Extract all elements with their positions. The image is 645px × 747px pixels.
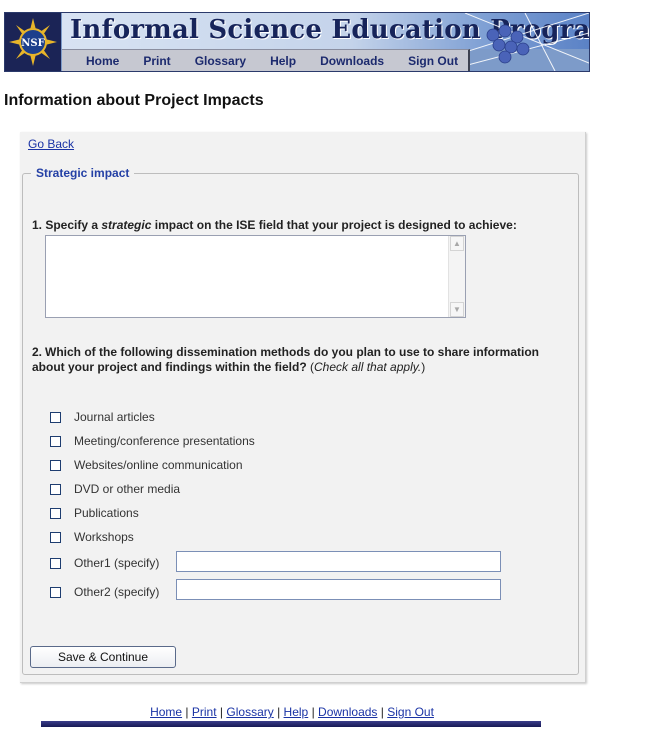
nav-home-link[interactable]: Home (62, 54, 119, 68)
nsf-seal-icon: NSF (9, 18, 57, 66)
footer-divider (41, 721, 541, 727)
footer-home-link[interactable]: Home (150, 705, 182, 719)
footer-nav: Home | Print | Glossary | Help | Downloa… (0, 705, 584, 719)
question-1-emphasis: strategic (101, 218, 152, 232)
note-emphasis: Check all that apply. (314, 360, 422, 374)
top-nav: Home Print Glossary Help Downloads Sign … (62, 49, 470, 71)
other1-specify-input[interactable] (176, 551, 501, 572)
note-close: ) (421, 360, 426, 374)
save-continue-button[interactable]: Save & Continue (30, 646, 176, 668)
other2-specify-input[interactable] (176, 579, 501, 600)
footer-downloads-link[interactable]: Downloads (318, 705, 377, 719)
footer-separator: | (311, 705, 315, 719)
checkbox-other2[interactable] (50, 586, 61, 598)
checkbox-dvd[interactable] (50, 483, 61, 495)
strategic-impact-fieldset: Strategic impact 1. Specify a strategic … (22, 166, 579, 675)
nsf-logo: NSF (5, 13, 61, 71)
option-label: Publications (74, 506, 139, 520)
question-2-text: Which of the following dissemination met… (32, 345, 540, 374)
footer-help-link[interactable]: Help (284, 705, 309, 719)
go-back-link[interactable]: Go Back (28, 137, 74, 151)
checkbox-websites[interactable] (50, 459, 61, 471)
option-label: Other2 (specify) (74, 585, 160, 599)
checkbox-other1[interactable] (50, 557, 61, 569)
option-other2: Other2 (specify) (50, 584, 159, 600)
footer-separator: | (380, 705, 384, 719)
question-1-prefix: 1. Specify a (32, 218, 102, 232)
scroll-up-icon[interactable]: ▲ (450, 236, 464, 251)
fieldset-legend: Strategic impact (36, 166, 130, 180)
nav-help-link[interactable]: Help (246, 54, 296, 68)
option-workshops: Workshops (50, 529, 134, 545)
nav-glossary-link[interactable]: Glossary (171, 54, 246, 68)
scroll-down-icon[interactable]: ▼ (450, 302, 464, 317)
option-journal-articles: Journal articles (50, 409, 155, 425)
page-title: Information about Project Impacts (4, 92, 264, 109)
site-banner: NSF Informal Science Education Program H… (4, 12, 590, 72)
option-label: Other1 (specify) (74, 556, 160, 570)
nav-print-link[interactable]: Print (119, 54, 170, 68)
option-label: Workshops (74, 530, 134, 544)
footer-separator: | (277, 705, 281, 719)
question-2: 2. Which of the following dissemination m… (32, 345, 572, 375)
footer-separator: | (185, 705, 189, 719)
option-label: Meeting/conference presentations (74, 434, 255, 448)
form-panel: Go Back Strategic impact 1. Specify a st… (20, 132, 586, 683)
option-websites: Websites/online communication (50, 457, 243, 473)
footer-print-link[interactable]: Print (192, 705, 217, 719)
option-other1: Other1 (specify) (50, 555, 159, 571)
footer-separator: | (219, 705, 224, 719)
option-meeting-presentations: Meeting/conference presentations (50, 433, 255, 449)
question-2-note: (Check all that apply.) (310, 360, 425, 374)
nav-downloads-link[interactable]: Downloads (296, 54, 384, 68)
option-label: DVD or other media (74, 482, 181, 496)
logo-text: NSF (21, 38, 44, 49)
footer-glossary-link[interactable]: Glossary (226, 705, 273, 719)
option-publications: Publications (50, 505, 139, 521)
checkbox-publications[interactable] (50, 507, 61, 519)
checkbox-workshops[interactable] (50, 531, 61, 543)
nav-sign-out-link[interactable]: Sign Out (384, 54, 458, 68)
checkbox-journal-articles[interactable] (50, 411, 61, 423)
question-2-number: 2. (32, 345, 43, 359)
option-label: Journal articles (74, 410, 155, 424)
textarea-scrollbar[interactable]: ▲ ▼ (448, 236, 465, 317)
checkbox-meeting-presentations[interactable] (50, 435, 61, 447)
footer-sign-out-link[interactable]: Sign Out (387, 705, 434, 719)
strategic-impact-textarea[interactable] (46, 236, 450, 317)
option-label: Websites/online communication (74, 458, 243, 472)
strategic-impact-textarea-frame: ▲ ▼ (45, 235, 466, 318)
question-1-suffix: impact on the ISE field that your projec… (151, 218, 517, 232)
question-1: 1. Specify a strategic impact on the ISE… (32, 218, 517, 232)
option-dvd: DVD or other media (50, 481, 180, 497)
